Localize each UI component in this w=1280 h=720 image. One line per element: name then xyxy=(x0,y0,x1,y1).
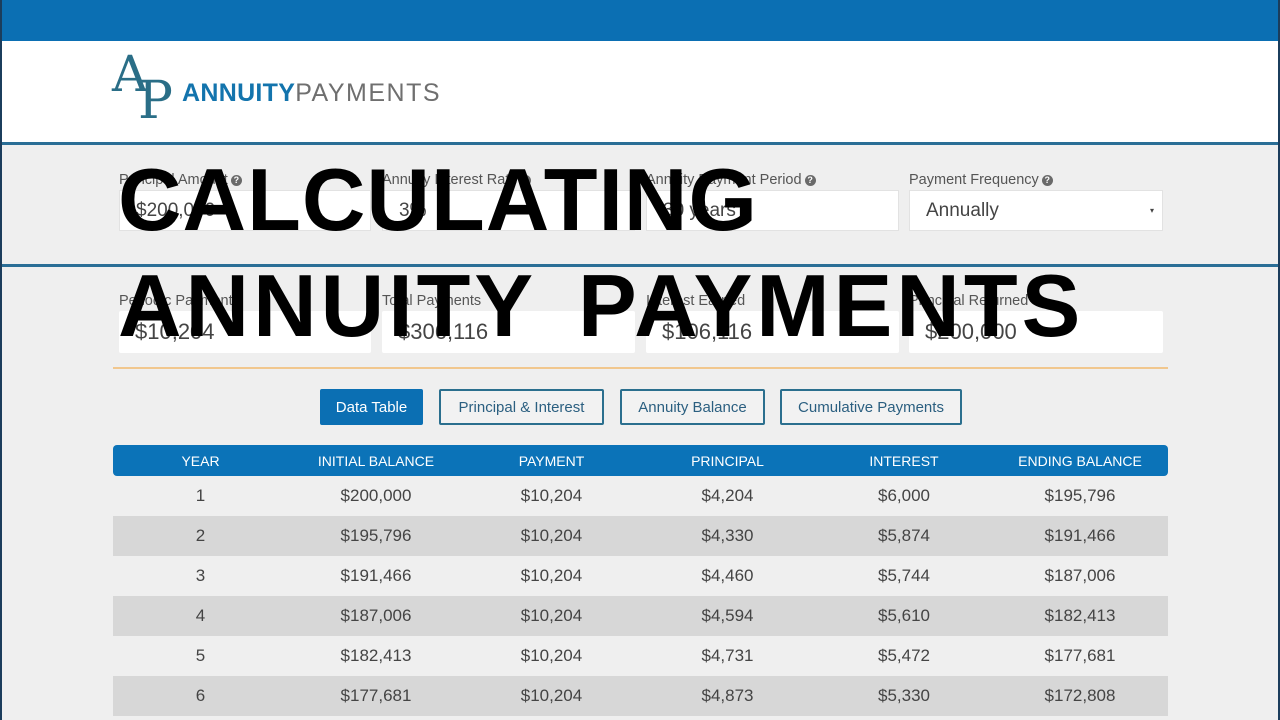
column-header-initial-balance[interactable]: INITIAL BALANCE xyxy=(288,453,464,469)
cell-ending-balance: $182,413 xyxy=(1044,606,1116,625)
table-row: 3 $191,466 $10,204 $4,460 $5,744 $187,00… xyxy=(113,556,1168,596)
cell-payment: $10,204 xyxy=(520,486,583,505)
cell-principal: $4,731 xyxy=(701,646,754,665)
cell-year: 5 xyxy=(195,646,206,665)
cell-year: 4 xyxy=(195,606,206,625)
logo-mark-icon: A P xyxy=(112,49,178,131)
cell-principal: $4,873 xyxy=(701,686,754,705)
cell-ending-balance: $191,466 xyxy=(1044,526,1116,545)
payment-frequency-select[interactable]: Annually ▾ xyxy=(909,190,1163,231)
cell-interest: $5,874 xyxy=(878,526,930,545)
cell-ending-balance: $172,808 xyxy=(1044,686,1116,705)
cell-payment: $10,204 xyxy=(520,526,583,545)
cell-initial-balance: $182,413 xyxy=(340,646,412,665)
cell-initial-balance: $191,466 xyxy=(340,566,412,585)
logo-wordmark: ANNUITYPAYMENTS xyxy=(182,79,441,108)
frame-edge-left xyxy=(0,0,2,720)
cell-interest: $5,472 xyxy=(878,646,930,665)
table-header-row: YEAR INITIAL BALANCE PAYMENT PRINCIPAL I… xyxy=(113,445,1168,476)
cell-interest: $6,000 xyxy=(878,486,930,505)
cell-principal: $4,594 xyxy=(701,606,754,625)
top-bar xyxy=(0,0,1280,41)
table-row: 2 $195,796 $10,204 $4,330 $5,874 $191,46… xyxy=(113,516,1168,556)
table-row: 5 $182,413 $10,204 $4,731 $5,472 $177,68… xyxy=(113,636,1168,676)
question-circle-icon[interactable]: ? xyxy=(1041,175,1053,186)
results-divider xyxy=(113,367,1168,369)
table-row: 6 $177,681 $10,204 $4,873 $5,330 $172,80… xyxy=(113,676,1168,716)
cell-initial-balance: $195,796 xyxy=(340,526,412,545)
cell-year: 6 xyxy=(195,686,206,705)
logo-word-annuity: ANNUITY xyxy=(182,79,296,107)
column-header-principal[interactable]: PRINCIPAL xyxy=(639,453,816,469)
cell-ending-balance: $177,681 xyxy=(1044,646,1116,665)
column-header-interest[interactable]: INTEREST xyxy=(816,453,992,469)
overlay-title-line-1: CALCULATING xyxy=(118,150,758,249)
cell-interest: $5,744 xyxy=(878,566,930,585)
tab-cumulative-payments[interactable]: Cumulative Payments xyxy=(780,389,962,425)
cell-ending-balance: $195,796 xyxy=(1044,486,1116,505)
cell-principal: $4,330 xyxy=(701,526,754,545)
tab-annuity-balance[interactable]: Annuity Balance xyxy=(620,389,765,425)
cell-payment: $10,204 xyxy=(520,566,583,585)
site-header: A P ANNUITYPAYMENTS xyxy=(0,41,1280,143)
site-logo[interactable]: A P ANNUITYPAYMENTS xyxy=(112,49,440,131)
tab-data-table[interactable]: Data Table xyxy=(320,389,423,425)
question-circle-icon[interactable]: ? xyxy=(804,175,816,186)
payment-frequency-label: Payment Frequency? xyxy=(909,172,1053,188)
cell-year: 1 xyxy=(195,486,206,505)
column-header-payment[interactable]: PAYMENT xyxy=(464,453,639,469)
tab-principal-interest[interactable]: Principal & Interest xyxy=(439,389,604,425)
payment-frequency-value: Annually xyxy=(926,199,999,221)
amortization-table: YEAR INITIAL BALANCE PAYMENT PRINCIPAL I… xyxy=(113,445,1168,716)
overlay-title-line-2: ANNUITY PAYMENTS xyxy=(118,256,1085,355)
cell-payment: $10,204 xyxy=(520,606,583,625)
logo-letter-p: P xyxy=(138,71,173,131)
cell-year: 2 xyxy=(195,526,206,545)
cell-payment: $10,204 xyxy=(520,646,583,665)
section-divider-top xyxy=(0,142,1280,145)
cell-initial-balance: $177,681 xyxy=(340,686,412,705)
table-row: 4 $187,006 $10,204 $4,594 $5,610 $182,41… xyxy=(113,596,1168,636)
column-header-ending-balance[interactable]: ENDING BALANCE xyxy=(992,453,1168,469)
cell-interest: $5,610 xyxy=(878,606,930,625)
chevron-down-icon: ▾ xyxy=(1149,206,1154,215)
payment-frequency-label-text: Payment Frequency xyxy=(909,172,1039,188)
column-header-year[interactable]: YEAR xyxy=(113,453,288,469)
logo-word-payments: PAYMENTS xyxy=(295,79,442,107)
cell-initial-balance: $200,000 xyxy=(340,486,412,505)
cell-principal: $4,204 xyxy=(701,486,754,505)
cell-year: 3 xyxy=(195,566,206,585)
cell-ending-balance: $187,006 xyxy=(1044,566,1116,585)
table-row: 1 $200,000 $10,204 $4,204 $6,000 $195,79… xyxy=(113,476,1168,516)
cell-interest: $5,330 xyxy=(878,686,930,705)
cell-initial-balance: $187,006 xyxy=(340,606,412,625)
cell-payment: $10,204 xyxy=(520,686,583,705)
cell-principal: $4,460 xyxy=(701,566,754,585)
